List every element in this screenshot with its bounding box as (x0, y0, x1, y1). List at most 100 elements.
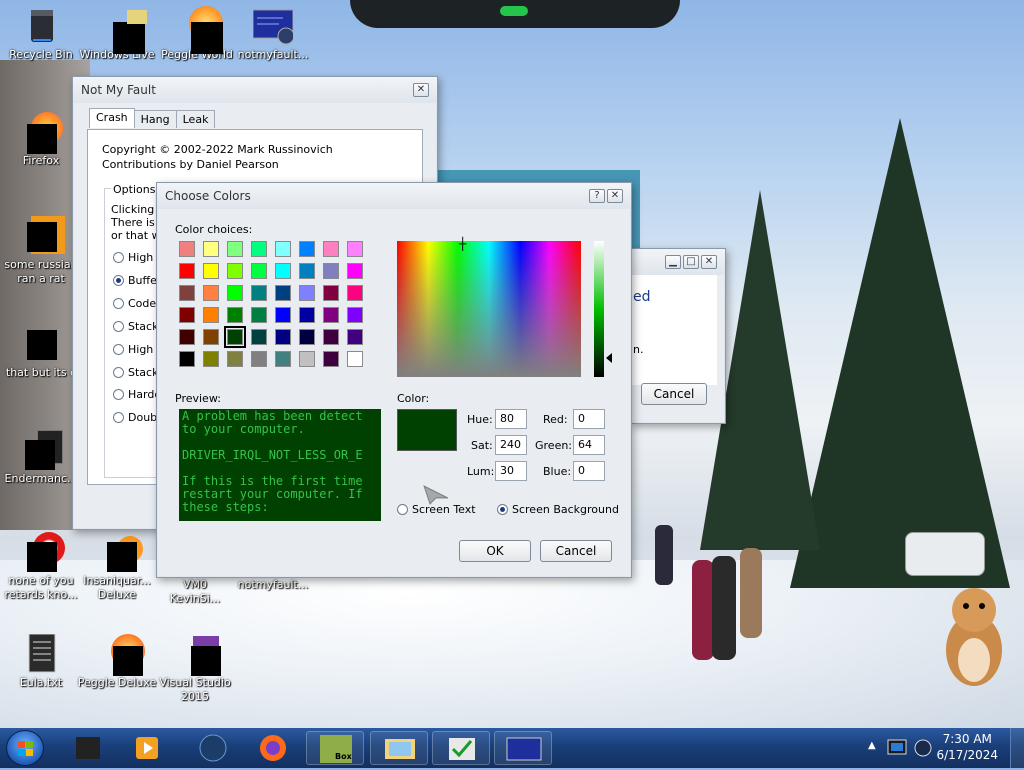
hue-field[interactable]: 80 (495, 409, 527, 429)
color-swatch[interactable] (275, 351, 291, 367)
radio-button[interactable] (113, 344, 124, 355)
radio-button[interactable] (113, 252, 124, 263)
luminance-slider[interactable] (594, 241, 604, 377)
desktop-icon-endermanc[interactable]: Endermanc... (0, 430, 82, 486)
speaker-icon[interactable] (912, 738, 934, 758)
color-swatch[interactable] (251, 351, 267, 367)
radio-button[interactable] (113, 275, 124, 286)
color-swatch[interactable] (179, 241, 195, 257)
color-spectrum[interactable] (397, 241, 581, 377)
color-swatch[interactable] (347, 329, 363, 345)
maximize-button[interactable]: □ (683, 255, 699, 269)
radio-button[interactable] (113, 389, 124, 400)
color-swatch[interactable] (347, 285, 363, 301)
minimize-button[interactable]: ▁ (665, 255, 681, 269)
sat-field[interactable]: 240 (495, 435, 527, 455)
color-swatch[interactable] (323, 263, 339, 279)
color-swatch[interactable] (275, 329, 291, 345)
color-swatch[interactable] (275, 263, 291, 279)
tab-hang[interactable]: Hang (133, 110, 177, 128)
desktop-icon-insaniquarium[interactable]: Insaniquar... Deluxe (76, 532, 158, 602)
color-swatch[interactable] (251, 285, 267, 301)
network-icon[interactable] (886, 738, 908, 758)
color-swatch[interactable] (227, 307, 243, 323)
color-swatch[interactable] (275, 241, 291, 257)
option-radio[interactable]: Buffer (113, 274, 161, 287)
color-swatch[interactable] (323, 329, 339, 345)
tab-leak[interactable]: Leak (175, 110, 216, 128)
color-swatch[interactable] (323, 241, 339, 257)
color-swatch[interactable] (323, 351, 339, 367)
taskbar-pinned-browser[interactable] (184, 731, 242, 765)
color-swatch[interactable] (251, 241, 267, 257)
radio-button[interactable] (113, 412, 124, 423)
color-swatch[interactable] (251, 307, 267, 323)
color-swatch[interactable] (203, 241, 219, 257)
color-swatch[interactable] (224, 326, 246, 348)
color-swatch[interactable] (227, 241, 243, 257)
close-button[interactable]: ✕ (413, 83, 429, 97)
color-swatch[interactable] (323, 307, 339, 323)
color-swatch[interactable] (347, 241, 363, 257)
desktop-icon-peggle-deluxe[interactable]: Peggle Deluxe (76, 634, 158, 690)
color-swatch[interactable] (179, 263, 195, 279)
ok-button[interactable]: OK (459, 540, 531, 562)
radio-button[interactable] (113, 298, 124, 309)
help-button[interactable]: ? (589, 189, 605, 203)
desktop-icon-eula[interactable]: Eula.txt (0, 633, 82, 690)
color-swatch[interactable] (299, 263, 315, 279)
radio-button[interactable] (113, 321, 124, 332)
taskbar-running-notmyfault[interactable] (494, 731, 552, 765)
color-swatch[interactable] (347, 263, 363, 279)
color-swatch[interactable] (299, 329, 315, 345)
desktop-icon-some-russian[interactable]: some russian ran a rat (0, 216, 82, 286)
color-swatch[interactable] (203, 263, 219, 279)
color-swatch[interactable] (179, 285, 195, 301)
taskbar-clock[interactable]: 7:30 AM 6/17/2024 (936, 731, 998, 763)
desktop-icon-none-of-you[interactable]: none of you retards kno... (0, 532, 82, 602)
option-radio[interactable]: Stack (113, 366, 158, 379)
color-swatch[interactable] (203, 329, 219, 345)
blue-field[interactable]: 0 (573, 461, 605, 481)
color-swatch[interactable] (347, 307, 363, 323)
luminance-arrow-icon[interactable] (606, 353, 612, 363)
color-swatch[interactable] (227, 263, 243, 279)
color-swatch[interactable] (251, 263, 267, 279)
radio-button[interactable] (397, 504, 408, 515)
option-radio[interactable]: High I (113, 251, 160, 264)
desktop-icon-that-but[interactable]: that but its c (0, 324, 82, 380)
red-field[interactable]: 0 (573, 409, 605, 429)
desktop-icon-recycle-bin[interactable]: Recycle Bin (0, 6, 82, 62)
close-button[interactable]: ✕ (701, 255, 717, 269)
option-radio[interactable]: Hardc (113, 388, 160, 401)
option-radio[interactable]: High I (113, 343, 160, 356)
desktop-icon-windows-live[interactable]: Windows Live (76, 6, 158, 62)
color-swatch[interactable] (251, 329, 267, 345)
color-swatch[interactable] (179, 329, 195, 345)
taskbar-pinned-media[interactable] (120, 731, 178, 765)
green-field[interactable]: 64 (573, 435, 605, 455)
color-swatch[interactable] (299, 307, 315, 323)
cancel-button[interactable]: Cancel (641, 383, 707, 405)
color-swatch[interactable] (299, 285, 315, 301)
desktop-icon-firefox[interactable]: Firefox (0, 112, 82, 168)
tray-expand-arrow[interactable]: ▲ (868, 740, 876, 751)
taskbar-running-task[interactable] (432, 731, 490, 765)
taskbar-running-box[interactable]: Box (306, 731, 364, 765)
desktop-icon-visual-studio[interactable]: Visual Studio 2015 (154, 634, 236, 704)
radio-button[interactable] (113, 367, 124, 378)
close-button[interactable]: ✕ (607, 189, 623, 203)
color-swatch[interactable] (347, 351, 363, 367)
lum-field[interactable]: 30 (495, 461, 527, 481)
desktop-icon-notmyfault[interactable]: notmyfault... (232, 6, 314, 62)
taskbar-pinned-app[interactable] (60, 731, 118, 765)
tab-crash[interactable]: Crash (89, 108, 135, 128)
color-swatch[interactable] (299, 351, 315, 367)
color-swatch[interactable] (299, 241, 315, 257)
start-button[interactable] (6, 730, 44, 766)
color-swatch[interactable] (275, 285, 291, 301)
desktop-icon-peggle-world[interactable]: Peggle World (156, 6, 238, 62)
screen-background-radio[interactable]: Screen Background (497, 503, 619, 516)
color-swatch[interactable] (179, 351, 195, 367)
color-swatch[interactable] (179, 307, 195, 323)
